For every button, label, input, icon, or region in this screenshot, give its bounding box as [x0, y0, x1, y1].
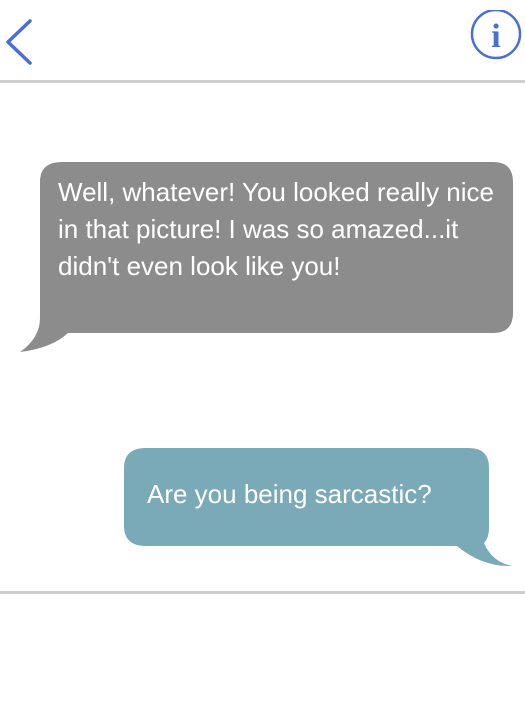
- footer-divider: [0, 591, 525, 594]
- back-button[interactable]: [0, 16, 44, 68]
- header-divider: [0, 80, 525, 83]
- message-bubbles: [20, 162, 513, 567]
- outgoing-message-text: Are you being sarcastic?: [147, 479, 432, 509]
- top-bar: i: [0, 0, 525, 82]
- info-glyph: i: [491, 18, 500, 55]
- info-icon: i: [470, 8, 522, 60]
- chevron-left-icon: [6, 19, 32, 65]
- chat-screen: i Well, whatever! You looked really nice…: [0, 0, 525, 720]
- info-button[interactable]: i: [468, 8, 524, 62]
- incoming-message-text: Well, whatever! You looked really nice i…: [58, 177, 494, 281]
